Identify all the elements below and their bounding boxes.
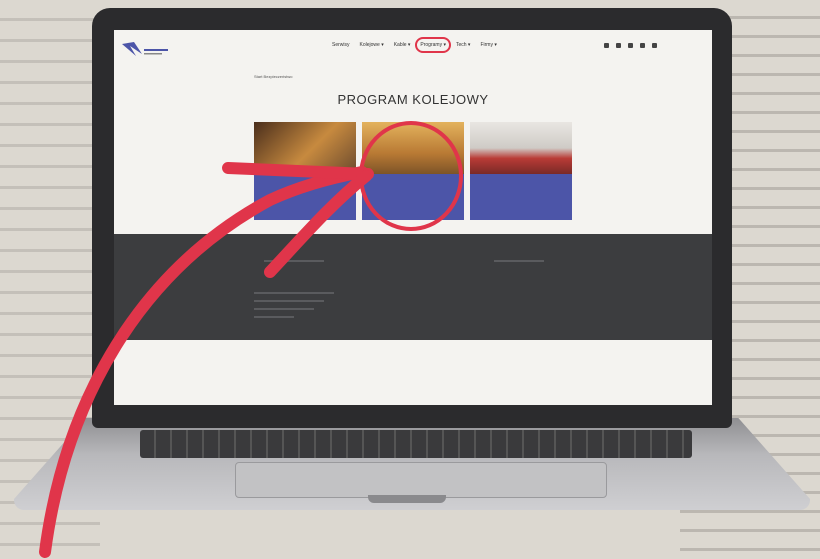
- program-card[interactable]: [254, 122, 356, 220]
- social-icon[interactable]: [616, 43, 621, 48]
- social-icon[interactable]: [604, 43, 609, 48]
- social-icon[interactable]: [628, 43, 633, 48]
- laptop-screen: Serwisy Kolejowe ▾ Kable ▾ Programy ▾ Te…: [114, 30, 712, 405]
- nav-item-kolejowe[interactable]: Kolejowe ▾: [360, 42, 384, 48]
- footer-line: [254, 308, 314, 310]
- social-links: [604, 43, 657, 48]
- logo-bird-icon[interactable]: [120, 40, 170, 62]
- nav-item-firmy[interactable]: Firmy ▾: [480, 42, 496, 48]
- breadcrumb: Start Bezpieczeństwo: [254, 74, 293, 79]
- card-image: [362, 122, 464, 174]
- nav-item-serwisy[interactable]: Serwisy: [332, 42, 350, 48]
- footer-line: [254, 316, 294, 318]
- card-image: [254, 122, 356, 174]
- footer-line: [254, 300, 324, 302]
- nav-item-programy[interactable]: Programy ▾: [415, 37, 451, 53]
- laptop-keyboard: [140, 430, 692, 458]
- laptop-notch: [368, 495, 446, 503]
- card-grid: [254, 122, 572, 220]
- nav-item-tech[interactable]: Tech ▾: [456, 42, 470, 48]
- footer-line: [494, 260, 544, 262]
- site-header: Serwisy Kolejowe ▾ Kable ▾ Programy ▾ Te…: [114, 30, 712, 70]
- main-nav: Serwisy Kolejowe ▾ Kable ▾ Programy ▾ Te…: [332, 37, 497, 53]
- card-body: [362, 174, 464, 220]
- page-title: PROGRAM KOLEJOWY: [337, 92, 489, 107]
- footer-line: [264, 260, 324, 262]
- program-card[interactable]: [470, 122, 572, 220]
- social-icon[interactable]: [640, 43, 645, 48]
- card-body: [470, 174, 572, 220]
- card-image: [470, 122, 572, 174]
- site-footer: [114, 234, 712, 340]
- program-card[interactable]: [362, 122, 464, 220]
- card-body: [254, 174, 356, 220]
- social-icon[interactable]: [652, 43, 657, 48]
- nav-item-kable[interactable]: Kable ▾: [394, 42, 411, 48]
- footer-line: [254, 292, 334, 294]
- laptop-trackpad: [235, 462, 607, 498]
